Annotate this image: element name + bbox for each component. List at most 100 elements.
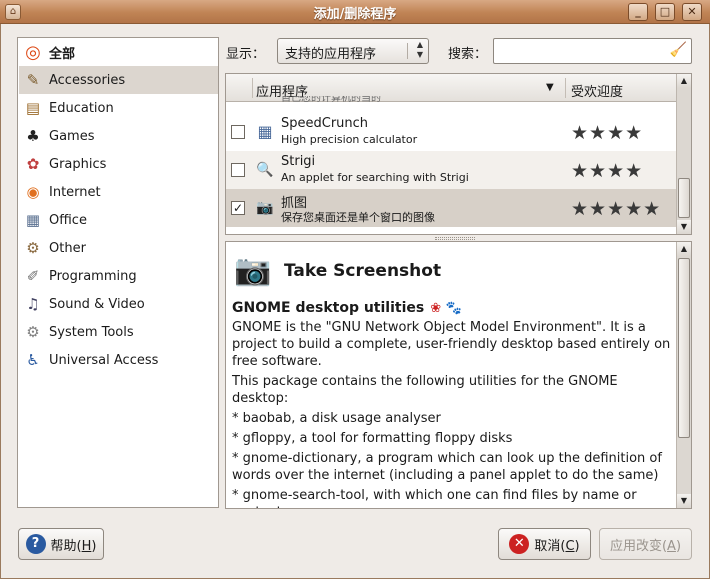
description-pane[interactable]: 📷 Take Screenshot GNOME desktop utilitie… — [225, 241, 692, 509]
sound-video-icon: ♫ — [26, 295, 40, 313]
column-divider — [252, 78, 253, 98]
programming-icon: ✐ — [26, 267, 40, 285]
scroll-down-arrow-icon[interactable]: ▼ — [677, 494, 691, 508]
popularity-stars: ★★★★★ — [571, 198, 662, 220]
help-label: 帮助(H) — [50, 538, 97, 554]
app-name: Strigi — [281, 154, 316, 169]
apply-label: 应用改变(A) — [609, 538, 682, 554]
ubuntu-logo-icon: ◎ — [25, 41, 41, 63]
description-paragraph: GNOME is the "GNU Network Object Model E… — [232, 320, 671, 369]
sort-descending-icon[interactable]: ▼ — [546, 82, 554, 93]
strigi-search-icon: 🔍 — [256, 162, 274, 178]
category-label: Programming — [49, 268, 137, 284]
combo-separator — [407, 43, 408, 59]
category-label: Other — [49, 240, 86, 256]
help-button[interactable]: ? 帮助(H) — [18, 528, 104, 560]
partial-row-text: 自己您的计算机的当的 — [281, 96, 381, 104]
cancel-icon: ✕ — [509, 534, 530, 554]
scroll-up-arrow-icon[interactable]: ▲ — [677, 74, 691, 88]
system-tools-icon: ⚙ — [26, 323, 40, 341]
category-programming[interactable]: ✐ Programming — [19, 262, 218, 290]
app-description: High precision calculator — [281, 133, 418, 146]
list-scrollbar[interactable]: ▲ ▼ — [676, 74, 691, 234]
category-list[interactable]: ◎ 全部 ✎ Accessories ▤ Education ♣ Games ✿… — [17, 37, 219, 508]
category-education[interactable]: ▤ Education — [19, 94, 218, 122]
clear-search-icon[interactable]: 🧹 — [670, 42, 687, 58]
camera-icon: 📷 — [256, 200, 274, 216]
pane-resize-handle[interactable] — [435, 237, 475, 240]
category-label: System Tools — [49, 324, 134, 340]
close-button[interactable]: ✕ — [682, 3, 702, 21]
graphics-icon: ✿ — [26, 155, 40, 173]
calculator-icon: ▦ — [257, 122, 273, 141]
category-label: Office — [49, 212, 87, 228]
description-paragraph: This package contains the following util… — [232, 374, 618, 406]
internet-icon: ◉ — [26, 183, 40, 201]
cancel-label: 取消(C) — [534, 538, 580, 554]
office-icon: ▦ — [25, 211, 41, 229]
scroll-up-arrow-icon[interactable]: ▲ — [677, 242, 691, 256]
install-checkbox[interactable] — [231, 163, 245, 177]
column-divider — [565, 78, 566, 98]
application-list[interactable]: 应用程序 ▼ 受欢迎度 自己您的计算机的当的 ▦ SpeedCrunch Hig… — [225, 73, 692, 235]
universal-access-icon: ♿ — [26, 351, 40, 369]
help-icon: ? — [25, 534, 46, 554]
category-sound-video[interactable]: ♫ Sound & Video — [19, 290, 218, 318]
category-games[interactable]: ♣ Games — [19, 122, 218, 150]
scroll-down-arrow-icon[interactable]: ▼ — [677, 220, 691, 234]
category-internet[interactable]: ◉ Internet — [19, 178, 218, 206]
show-filter-value: 支持的应用程序 — [285, 47, 377, 62]
category-label: 全部 — [49, 46, 76, 62]
column-header-popularity[interactable]: 受欢迎度 — [571, 81, 623, 100]
app-description: 保存您桌面还是单个窗口的图像 — [281, 211, 435, 224]
category-label: Internet — [49, 184, 101, 200]
support-badge-icon: ❀ 🐾 — [430, 300, 462, 316]
app-description: An applet for searching with Strigi — [281, 171, 469, 184]
show-filter-combo[interactable]: 支持的应用程序 ▲ ▼ — [277, 38, 429, 64]
category-office[interactable]: ▦ Office — [19, 206, 218, 234]
updown-arrows-icon: ▲ ▼ — [416, 40, 423, 59]
games-icon: ♣ — [26, 127, 40, 145]
scroll-thumb[interactable] — [678, 178, 690, 218]
category-label: Sound & Video — [49, 296, 145, 312]
minimize-button[interactable]: _ — [628, 3, 648, 21]
category-label: Games — [49, 128, 95, 144]
app-row-speedcrunch[interactable]: ▦ SpeedCrunch High precision calculator … — [226, 113, 677, 151]
apply-changes-button[interactable]: 应用改变(A) — [599, 528, 692, 560]
category-all[interactable]: ◎ 全部 — [19, 38, 218, 66]
description-paragraph: * gnome-dictionary, a program which can … — [232, 451, 662, 483]
accessories-icon: ✎ — [26, 71, 40, 89]
category-accessories[interactable]: ✎ Accessories — [19, 66, 218, 94]
app-row-strigi[interactable]: 🔍 Strigi An applet for searching with St… — [226, 151, 677, 189]
app-title: Take Screenshot — [284, 261, 442, 281]
category-system-tools[interactable]: ⚙ System Tools — [19, 318, 218, 346]
install-checkbox[interactable] — [231, 125, 245, 139]
popularity-stars: ★★★★ — [571, 160, 644, 182]
education-icon: ▤ — [25, 99, 41, 117]
description-scrollbar[interactable]: ▲ ▼ — [676, 242, 691, 508]
app-name: SpeedCrunch — [281, 116, 369, 131]
cancel-button[interactable]: ✕ 取消(C) — [498, 528, 591, 560]
camera-icon: 📷 — [234, 253, 272, 288]
popularity-stars: ★★★★ — [571, 122, 644, 144]
other-icon: ⚙ — [26, 239, 40, 257]
description-paragraph: * gnome-search-tool, with which one can … — [232, 488, 637, 508]
category-universal-access[interactable]: ♿ Universal Access — [19, 346, 218, 374]
description-paragraph: * gfloppy, a tool for formatting floppy … — [232, 431, 513, 446]
install-checkbox[interactable]: ✓ — [231, 201, 245, 215]
title-bar[interactable]: ⌂ 添加/删除程序 _ □ ✕ — [0, 0, 710, 24]
search-label: 搜索： — [448, 47, 488, 62]
app-row-screenshot[interactable]: ✓ 📷 抓图 保存您桌面还是单个窗口的图像 ★★★★★ — [226, 189, 677, 227]
category-label: Accessories — [49, 72, 126, 88]
maximize-button[interactable]: □ — [655, 3, 675, 21]
category-graphics[interactable]: ✿ Graphics — [19, 150, 218, 178]
search-input[interactable]: 🧹 — [493, 38, 692, 64]
show-label: 显示： — [226, 47, 266, 62]
category-other[interactable]: ⚙ Other — [19, 234, 218, 262]
category-label: Education — [49, 100, 114, 116]
scroll-thumb[interactable] — [678, 258, 690, 438]
app-subtitle: GNOME desktop utilities — [232, 300, 425, 316]
window-title: 添加/删除程序 — [313, 7, 397, 22]
description-paragraph: * baobab, a disk usage analyser — [232, 411, 441, 426]
category-label: Universal Access — [49, 352, 159, 368]
